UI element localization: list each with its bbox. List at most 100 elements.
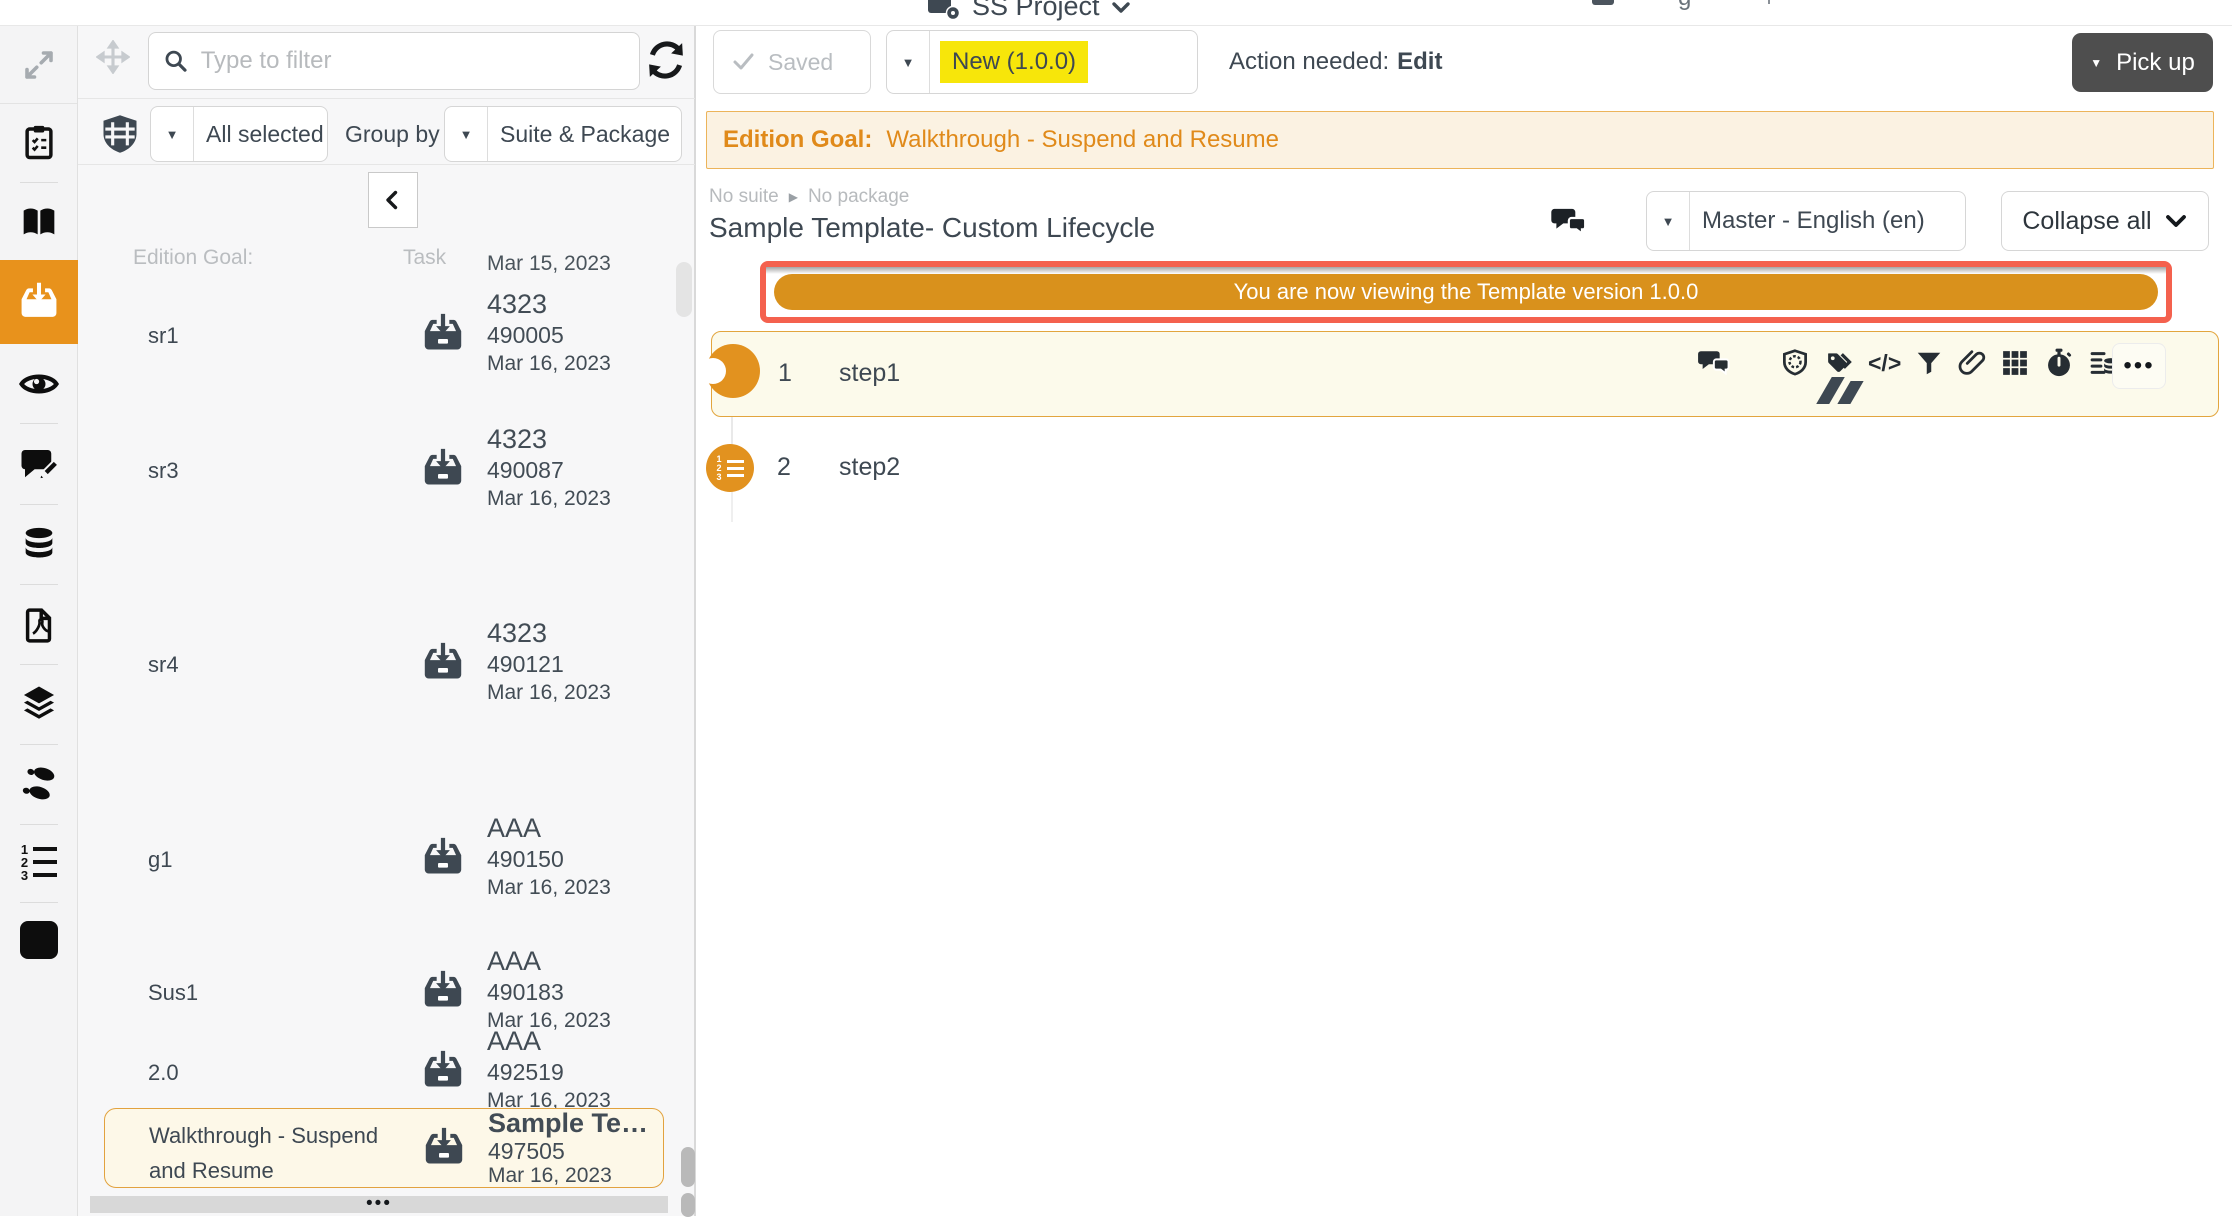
sidebar-item-block[interactable] (17, 918, 61, 962)
sidebar-item-tasks-active[interactable] (0, 260, 78, 344)
task-goal: Walkthrough - Suspend and Resume (149, 1118, 409, 1188)
shield-table-icon[interactable] (98, 112, 142, 156)
step-connector (731, 492, 733, 522)
vertical-scrollbar-thumb[interactable] (676, 262, 692, 317)
collapse-all-button[interactable]: Collapse all (2001, 191, 2209, 251)
column-header-goal: Edition Goal: (133, 246, 253, 270)
breadcrumb-arrow-icon: ▶ (789, 190, 798, 204)
task-row[interactable]: sr3 4323 490087 Mar 16, 2023 (78, 416, 678, 526)
stopwatch-icon[interactable] (2043, 347, 2075, 379)
pick-up-button[interactable]: ▼ Pick up (2072, 33, 2213, 92)
task-date: Mar 16, 2023 (487, 350, 611, 377)
suite-filter-value: All selected (194, 121, 327, 148)
step-comments-icon[interactable] (1696, 346, 1732, 380)
check-icon (732, 50, 756, 74)
horizontal-scrollbar[interactable]: ••• (90, 1196, 668, 1213)
step2-type-icon[interactable]: 123 (706, 444, 754, 492)
more-options-dots: ••• (2123, 352, 2154, 380)
sidebar-item-data[interactable] (17, 522, 61, 566)
inbox-icon (420, 968, 466, 1014)
inbox-icon (420, 835, 466, 881)
suite-filter-dropdown[interactable]: ▼ All selected (150, 106, 328, 162)
version-dropdown[interactable]: ▼ New (1.0.0) (886, 30, 1198, 94)
task-row-selected[interactable]: Walkthrough - Suspend and Resume Sample … (104, 1108, 664, 1188)
expand-cell[interactable] (0, 26, 77, 104)
task-name: 4323 (487, 289, 611, 320)
task-id: 497505 (488, 1138, 648, 1164)
search-input[interactable] (201, 47, 625, 75)
task-name: Sample Te… (488, 1109, 648, 1138)
move-icon[interactable] (96, 40, 130, 74)
task-id: 490005 (487, 320, 611, 350)
sidebar-item-comments[interactable] (17, 442, 61, 486)
step-row-1[interactable]: 1 step1 </> (711, 331, 2219, 417)
task-goal: sr3 (148, 458, 179, 484)
project-icon (926, 0, 962, 22)
caret-down-icon: ▼ (166, 128, 179, 141)
project-switcher[interactable]: SS Project (926, 0, 1132, 22)
group-by-dropdown[interactable]: ▼ Suite & Package (444, 106, 682, 162)
inbox-icon (17, 280, 61, 324)
task-name: 4323 (487, 618, 611, 649)
task-id: 490150 (487, 844, 611, 874)
search-box[interactable] (148, 32, 640, 90)
task-goal: g1 (148, 847, 172, 873)
language-dropdown[interactable]: ▼ Master - English (en) (1646, 191, 1966, 251)
task-name: AAA (487, 813, 611, 844)
inbox-icon (420, 311, 466, 357)
annotation-red-frame: You are now viewing the Template version… (760, 261, 2172, 323)
chevron-down-icon (2164, 209, 2188, 233)
step-label[interactable]: step2 (839, 453, 900, 482)
shield-icon[interactable] (1780, 348, 1810, 378)
task-row[interactable]: sr4 4323 490121 Mar 16, 2023 (78, 610, 678, 720)
vertical-scrollbar-thumb[interactable] (681, 1147, 695, 1187)
caret-down-icon: ▼ (1662, 215, 1675, 228)
task-date: Mar 16, 2023 (487, 485, 611, 512)
refresh-icon[interactable] (644, 38, 688, 82)
step1-type-icon[interactable] (706, 344, 760, 398)
clipped-icon-fragment (1592, 0, 1614, 5)
task-goal: sr1 (148, 323, 179, 349)
step-more-button[interactable]: ••• (2112, 343, 2166, 389)
slanted-bars-icon[interactable] (1824, 377, 1857, 404)
language-value: Master - English (en) (1690, 207, 1937, 235)
numbered-list-icon: 123 (716, 455, 743, 482)
inner-shadow (766, 267, 2166, 274)
collapse-panel-button[interactable] (368, 172, 418, 228)
action-needed-text: Action needed: Edit (1229, 30, 1442, 94)
page-title: Sample Template- Custom Lifecycle (709, 212, 1155, 244)
comments-icon[interactable] (1549, 203, 1589, 241)
rail-divider (20, 744, 58, 745)
pdf-file-icon (20, 606, 58, 644)
sidebar-item-library[interactable] (17, 200, 61, 244)
saved-label: Saved (768, 49, 833, 76)
sidebar-item-pdf[interactable] (17, 603, 61, 647)
vertical-scrollbar-thumb[interactable] (681, 1193, 695, 1217)
tags-icon[interactable] (1823, 348, 1855, 378)
sidebar-item-checklist[interactable] (17, 120, 61, 164)
inbox-icon (420, 640, 466, 686)
grid-icon[interactable] (2000, 348, 2030, 378)
saved-button[interactable]: Saved (713, 30, 871, 94)
task-goal: 2.0 (148, 1060, 179, 1086)
sidebar-item-preview[interactable] (17, 362, 61, 406)
task-date: Mar 16, 2023 (487, 679, 611, 706)
sidebar-item-layers[interactable] (17, 681, 61, 725)
rail-divider (20, 504, 58, 505)
task-row[interactable]: sr1 4323 490005 Mar 16, 2023 (78, 281, 678, 391)
code-icon[interactable]: </> (1868, 348, 1901, 378)
chevron-left-icon (381, 188, 405, 212)
sidebar-item-walkthrough[interactable] (17, 762, 61, 806)
rail-divider (20, 182, 58, 183)
caret-down-icon: ▼ (902, 56, 915, 69)
sidebar-item-numbered-list[interactable]: 123 (17, 840, 61, 884)
task-name: 4323 (487, 424, 611, 455)
task-row[interactable]: g1 AAA 490150 Mar 16, 2023 (78, 805, 678, 915)
topbar: SS Project g (0, 0, 2232, 26)
filter-icon[interactable] (1914, 348, 1944, 378)
version-value: New (1.0.0) (940, 41, 1088, 83)
collapse-all-label: Collapse all (2022, 207, 2151, 236)
edition-goal-value: Walkthrough - Suspend and Resume (886, 126, 1279, 154)
breadcrumb[interactable]: No suite ▶ No package (709, 186, 909, 208)
paperclip-icon[interactable] (1957, 348, 1987, 378)
